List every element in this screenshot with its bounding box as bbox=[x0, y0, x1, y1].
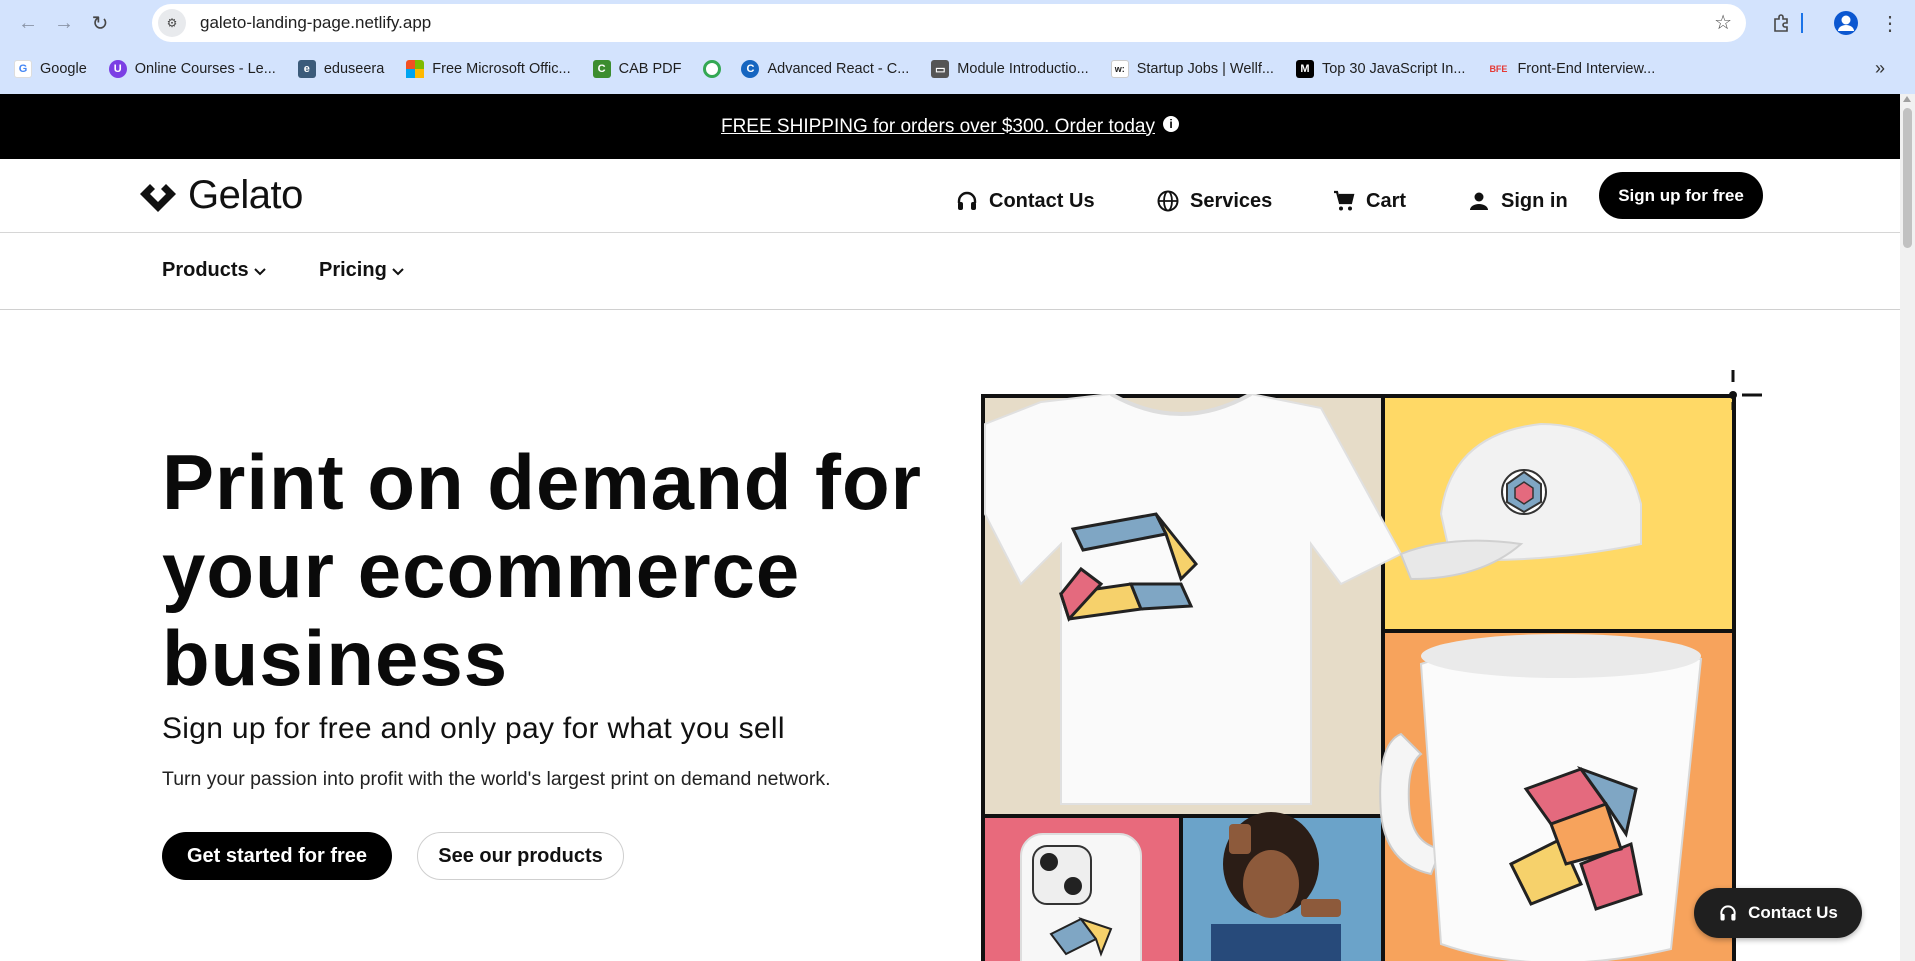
bookmarks-bar: G Google U Online Courses - Le... e edus… bbox=[0, 52, 1915, 86]
microsoft-icon bbox=[406, 60, 425, 78]
pricing-dropdown[interactable]: Pricing bbox=[319, 259, 405, 282]
bookmark-advanced-react[interactable]: C Advanced React - C... bbox=[741, 60, 909, 78]
forward-icon[interactable]: → bbox=[46, 5, 82, 41]
bookmark-google[interactable]: G Google bbox=[14, 60, 87, 78]
bookmark-label: Online Courses - Le... bbox=[134, 61, 276, 77]
bookmark-cab-pdf[interactable]: C CAB PDF bbox=[592, 60, 682, 78]
gelato-logo[interactable]: Gelato bbox=[136, 173, 303, 218]
globe-icon bbox=[1157, 190, 1179, 212]
get-started-button[interactable]: Get started for free bbox=[162, 832, 392, 880]
contact-us-link[interactable]: Contact Us bbox=[955, 179, 1095, 223]
bookmark-star-icon[interactable]: ☆ bbox=[1714, 10, 1732, 35]
module-icon: ▭ bbox=[931, 60, 950, 78]
user-icon bbox=[1470, 192, 1488, 210]
see-products-button[interactable]: See our products bbox=[417, 832, 624, 880]
wellfound-icon: w: bbox=[1110, 60, 1129, 78]
bookmark-online-courses[interactable]: U Online Courses - Le... bbox=[108, 60, 276, 78]
cart-label: Cart bbox=[1366, 189, 1407, 212]
cab-pdf-icon: C bbox=[592, 60, 611, 78]
crosshair-icon bbox=[1729, 370, 1762, 410]
pricing-label: Pricing bbox=[319, 259, 387, 281]
floating-contact-button[interactable]: Contact Us bbox=[1694, 888, 1862, 938]
contact-us-label: Contact Us bbox=[989, 189, 1095, 212]
back-icon[interactable]: ← bbox=[10, 5, 46, 41]
hero-subtitle: Sign up for free and only pay for what y… bbox=[162, 712, 785, 745]
bookmark-label: Module Introductio... bbox=[957, 61, 1089, 77]
products-dropdown[interactable]: Products bbox=[162, 259, 267, 282]
logo-text: Gelato bbox=[188, 173, 303, 217]
floating-contact-label: Contact Us bbox=[1748, 903, 1838, 922]
headset-icon bbox=[1720, 905, 1736, 921]
services-link[interactable]: Services bbox=[1156, 179, 1272, 223]
promo-link[interactable]: FREE SHIPPING for orders over $300. Orde… bbox=[721, 116, 1155, 138]
bookmark-label: eduseera bbox=[323, 61, 385, 77]
hero-title-line: Print on demand for bbox=[162, 438, 922, 526]
product-nav: Products Pricing bbox=[0, 233, 1900, 310]
bookmark-front-end-interview[interactable]: BFE Front-End Interview... bbox=[1487, 60, 1655, 78]
udemy-icon: U bbox=[108, 60, 127, 78]
browser-chrome: ← → ↻ ⚙ galeto-landing-page.netlify.app … bbox=[0, 0, 1915, 94]
hero-description: Turn your passion into profit with the w… bbox=[162, 768, 831, 790]
chevron-down-icon bbox=[392, 267, 404, 275]
headset-icon bbox=[957, 191, 977, 210]
bookmark-label: CAB PDF bbox=[618, 61, 682, 77]
scrollbar-thumb[interactable] bbox=[1903, 108, 1912, 248]
sign-in-link[interactable]: Sign in bbox=[1467, 179, 1568, 223]
address-bar[interactable]: ⚙ galeto-landing-page.netlify.app ☆ bbox=[152, 4, 1746, 42]
bookmark-eduseera[interactable]: e eduseera bbox=[297, 60, 385, 78]
scroll-up-arrow[interactable] bbox=[1903, 96, 1911, 102]
hero-title: Print on demand for your ecommerce busin… bbox=[162, 438, 922, 702]
bookmark-circle[interactable] bbox=[703, 60, 729, 78]
toolbar-divider bbox=[1800, 6, 1804, 40]
cart-link[interactable]: Cart bbox=[1332, 179, 1406, 223]
url-text[interactable]: galeto-landing-page.netlify.app bbox=[200, 13, 431, 33]
google-icon: G bbox=[14, 60, 32, 78]
extensions-icon[interactable] bbox=[1764, 6, 1798, 40]
coursera-icon: C bbox=[741, 60, 760, 78]
bfe-icon: BFE bbox=[1489, 64, 1508, 74]
gelato-logo-icon bbox=[140, 183, 176, 212]
bookmark-microsoft-office[interactable]: Free Microsoft Offic... bbox=[406, 60, 571, 78]
sign-up-button[interactable]: Sign up for free bbox=[1599, 172, 1763, 219]
bookmark-label: Startup Jobs | Wellf... bbox=[1136, 61, 1274, 77]
phone-case bbox=[1020, 833, 1142, 961]
site-info-icon[interactable]: ⚙ bbox=[158, 9, 186, 37]
profile-avatar-icon[interactable] bbox=[1829, 6, 1863, 40]
bookmarks-overflow-icon[interactable]: » bbox=[1875, 58, 1885, 79]
cart-icon bbox=[1334, 190, 1355, 211]
reload-icon[interactable]: ↻ bbox=[82, 5, 118, 41]
bookmark-label: Top 30 JavaScript In... bbox=[1321, 61, 1466, 77]
services-label: Services bbox=[1190, 189, 1273, 212]
browser-menu-icon[interactable]: ⋮ bbox=[1875, 6, 1905, 40]
bookmark-label: Free Microsoft Offic... bbox=[432, 61, 571, 77]
bookmark-label: Google bbox=[40, 61, 87, 77]
info-icon[interactable]: i bbox=[1163, 115, 1179, 132]
hero-title-line: business bbox=[162, 614, 509, 702]
bookmark-top-30-js[interactable]: M Top 30 JavaScript In... bbox=[1295, 60, 1466, 78]
sign-in-label: Sign in bbox=[1501, 189, 1568, 212]
bookmark-startup-jobs[interactable]: w: Startup Jobs | Wellf... bbox=[1110, 60, 1274, 78]
bookmark-module-intro[interactable]: ▭ Module Introductio... bbox=[931, 60, 1089, 78]
circle-logo-icon bbox=[703, 60, 722, 78]
eduseera-icon: e bbox=[297, 60, 316, 78]
chevron-down-icon bbox=[253, 267, 266, 275]
promo-banner: FREE SHIPPING for orders over $300. Orde… bbox=[0, 94, 1900, 159]
product-collage-image bbox=[981, 394, 1736, 961]
page-scrollbar[interactable] bbox=[1900, 94, 1915, 961]
bookmark-label: Front-End Interview... bbox=[1517, 61, 1656, 77]
products-label: Products bbox=[162, 259, 249, 281]
bookmark-label: Advanced React - C... bbox=[767, 61, 910, 77]
hero-title-line: your ecommerce bbox=[162, 526, 801, 614]
medium-icon: M bbox=[1295, 60, 1314, 78]
